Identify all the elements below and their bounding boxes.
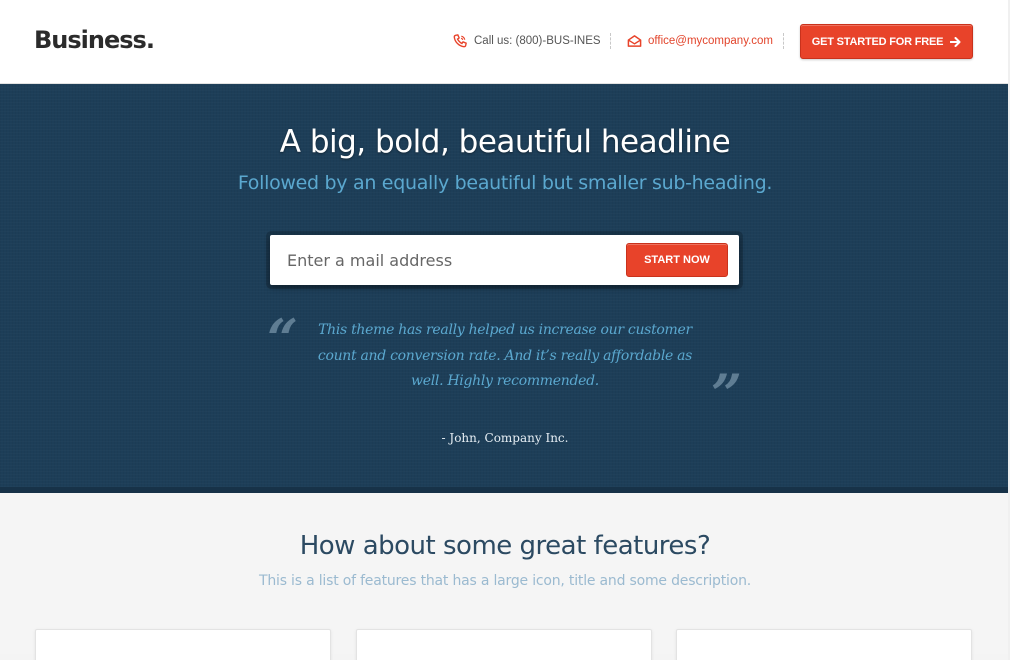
hero-headline: A big, bold, beautiful headline	[279, 124, 731, 160]
email-link[interactable]: office@mycompany.com	[648, 35, 773, 47]
arrow-right-icon	[950, 36, 961, 47]
hero-section: A big, bold, beautiful headline Followed…	[0, 84, 1010, 493]
divider	[610, 33, 611, 49]
feature-card	[676, 629, 972, 660]
envelope-icon	[626, 33, 642, 49]
feature-card	[35, 629, 331, 660]
email-input[interactable]	[270, 235, 620, 285]
logo[interactable]: Business.	[34, 26, 155, 54]
close-quote-icon: ”	[711, 362, 743, 426]
phone-icon	[452, 33, 468, 49]
signup-form: START NOW	[270, 235, 739, 285]
features-subheading: This is a list of features that has a la…	[259, 573, 751, 589]
phone-label: Call us: (800)-BUS-INES	[474, 35, 601, 47]
email-contact[interactable]: office@mycompany.com	[626, 33, 773, 49]
phone-contact[interactable]: Call us: (800)-BUS-INES	[452, 33, 601, 49]
site-header: Business. Call us: (800)-BUS-INES office…	[0, 0, 1010, 84]
testimonial-author: - John, Company Inc.	[441, 431, 569, 445]
testimonial-text: This theme has really helped us increase…	[317, 322, 693, 389]
feature-card	[356, 629, 652, 660]
hero-subheading: Followed by an equally beautiful but sma…	[237, 172, 773, 194]
get-started-button[interactable]: GET STARTED FOR FREE	[800, 24, 973, 59]
start-now-button[interactable]: START NOW	[626, 243, 728, 277]
features-section: How about some great features? This is a…	[0, 493, 1010, 660]
open-quote-icon: “	[267, 307, 299, 371]
features-heading: How about some great features?	[299, 531, 711, 561]
divider	[783, 33, 784, 49]
get-started-label: GET STARTED FOR FREE	[811, 35, 944, 48]
